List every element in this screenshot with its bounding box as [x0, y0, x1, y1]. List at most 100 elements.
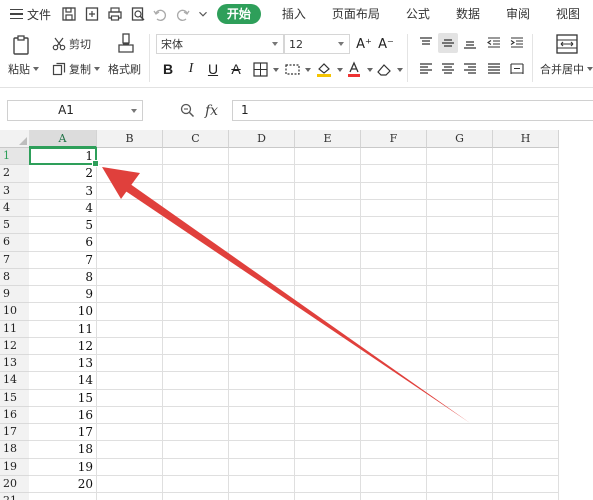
cell[interactable] — [427, 406, 493, 424]
print-button[interactable] — [105, 0, 125, 28]
column-header-f[interactable]: F — [361, 130, 427, 148]
cell[interactable]: 5 — [29, 217, 97, 235]
cell[interactable] — [427, 234, 493, 252]
cell[interactable] — [427, 199, 493, 217]
cell[interactable] — [163, 424, 229, 442]
cell[interactable] — [97, 355, 163, 373]
cell[interactable] — [427, 389, 493, 407]
tab-insert[interactable]: 插入 — [269, 4, 319, 24]
cell[interactable]: 18 — [29, 441, 97, 459]
cell[interactable] — [229, 389, 295, 407]
redo-button[interactable] — [173, 0, 193, 28]
cell[interactable] — [427, 458, 493, 476]
copy-button[interactable]: 复制 — [52, 61, 100, 77]
cell[interactable] — [97, 182, 163, 200]
cell[interactable] — [163, 217, 229, 235]
cell[interactable] — [295, 303, 361, 321]
tab-review[interactable]: 审阅 — [493, 4, 543, 24]
column-header-c[interactable]: C — [163, 130, 229, 148]
row-header[interactable]: 13 — [0, 355, 30, 373]
cell[interactable] — [163, 320, 229, 338]
cell[interactable]: 17 — [29, 424, 97, 442]
cell[interactable] — [97, 458, 163, 476]
cell[interactable] — [493, 148, 559, 166]
column-header-a[interactable]: A — [29, 130, 97, 148]
cell[interactable] — [361, 182, 427, 200]
cell[interactable] — [493, 165, 559, 183]
column-header-e[interactable]: E — [295, 130, 361, 148]
row-header[interactable]: 11 — [0, 320, 30, 338]
cell[interactable] — [427, 424, 493, 442]
align-top-button[interactable] — [416, 33, 436, 53]
cell[interactable] — [229, 251, 295, 269]
cell[interactable] — [295, 337, 361, 355]
cell[interactable] — [295, 165, 361, 183]
cell[interactable]: 19 — [29, 458, 97, 476]
cell[interactable] — [361, 234, 427, 252]
borders-button[interactable] — [250, 59, 270, 79]
cell[interactable] — [97, 320, 163, 338]
cell[interactable] — [163, 475, 229, 493]
cell[interactable] — [97, 217, 163, 235]
cell[interactable]: 11 — [29, 320, 97, 338]
merge-center-button[interactable]: 合并居中 — [540, 61, 593, 77]
decrease-font-button[interactable]: A⁻ — [376, 34, 396, 54]
cell[interactable] — [361, 303, 427, 321]
cell[interactable]: 20 — [29, 475, 97, 493]
cell[interactable] — [493, 182, 559, 200]
merge-center-icon-button[interactable] — [556, 34, 578, 54]
cell[interactable] — [361, 148, 427, 166]
cell[interactable] — [427, 475, 493, 493]
cell[interactable]: 2 — [29, 165, 97, 183]
cell[interactable] — [229, 165, 295, 183]
cell[interactable] — [361, 355, 427, 373]
cell[interactable] — [427, 372, 493, 390]
formula-input[interactable]: 1 — [232, 100, 593, 121]
cell[interactable] — [493, 372, 559, 390]
cell[interactable] — [97, 303, 163, 321]
cell[interactable] — [163, 493, 229, 500]
cell[interactable] — [163, 441, 229, 459]
cell[interactable] — [427, 355, 493, 373]
cell[interactable] — [361, 251, 427, 269]
align-bottom-button[interactable] — [460, 33, 480, 53]
row-header[interactable]: 9 — [0, 286, 30, 304]
cell[interactable] — [493, 389, 559, 407]
cell[interactable] — [295, 268, 361, 286]
increase-font-button[interactable]: A⁺ — [354, 34, 374, 54]
distributed-align-button[interactable] — [507, 59, 527, 79]
column-header-g[interactable]: G — [427, 130, 493, 148]
cell[interactable]: 14 — [29, 372, 97, 390]
row-header[interactable]: 15 — [0, 389, 30, 407]
cell[interactable] — [493, 234, 559, 252]
cell[interactable] — [163, 337, 229, 355]
cell[interactable]: 3 — [29, 182, 97, 200]
cell[interactable] — [427, 165, 493, 183]
cell[interactable] — [29, 493, 97, 500]
cell[interactable] — [427, 493, 493, 500]
undo-button[interactable] — [150, 0, 170, 28]
cell[interactable] — [493, 493, 559, 500]
align-center-button[interactable] — [438, 59, 458, 79]
row-header[interactable]: 4 — [0, 199, 30, 217]
cell[interactable]: 9 — [29, 286, 97, 304]
row-header[interactable]: 21 — [0, 493, 30, 500]
cell[interactable] — [229, 217, 295, 235]
cell[interactable] — [97, 337, 163, 355]
row-header[interactable]: 6 — [0, 234, 30, 252]
cell[interactable] — [163, 389, 229, 407]
justify-button[interactable] — [484, 59, 504, 79]
cell[interactable] — [427, 251, 493, 269]
column-header-h[interactable]: H — [493, 130, 559, 148]
cell[interactable] — [295, 475, 361, 493]
cell[interactable]: 13 — [29, 355, 97, 373]
cell[interactable] — [229, 424, 295, 442]
cell[interactable] — [97, 268, 163, 286]
cell[interactable] — [97, 389, 163, 407]
cell[interactable] — [427, 337, 493, 355]
cell[interactable]: 4 — [29, 199, 97, 217]
cell[interactable] — [361, 389, 427, 407]
cell[interactable] — [427, 268, 493, 286]
cell-style-button[interactable] — [282, 59, 302, 79]
cell[interactable] — [229, 320, 295, 338]
